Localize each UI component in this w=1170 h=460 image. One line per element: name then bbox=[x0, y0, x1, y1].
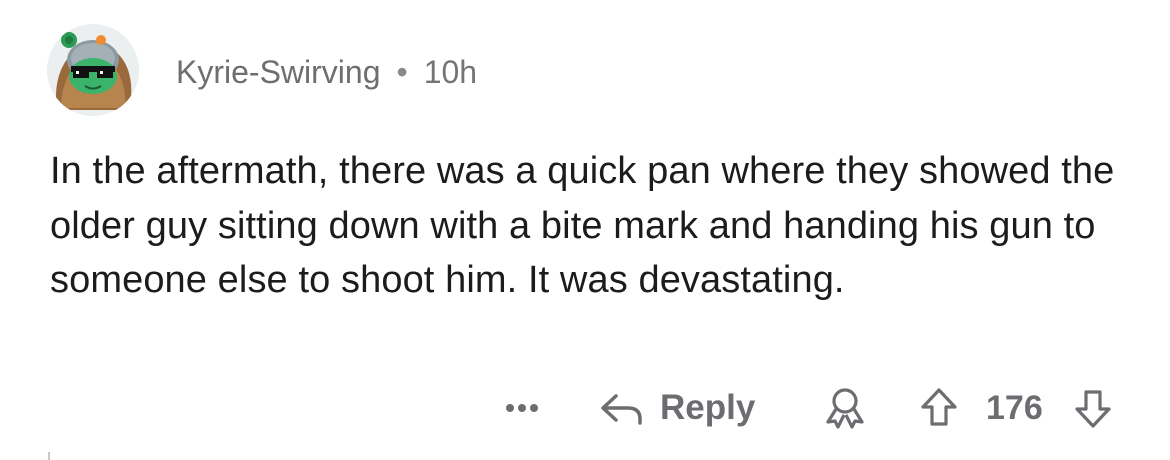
comment-meta: Kyrie-Swirving • 10h bbox=[176, 50, 477, 94]
snoo-avatar-icon bbox=[47, 24, 139, 116]
thread-line bbox=[48, 452, 50, 460]
more-options-button[interactable] bbox=[502, 386, 542, 426]
avatar[interactable] bbox=[47, 24, 139, 116]
vote-score: 176 bbox=[986, 388, 1043, 427]
reply-button[interactable]: Reply bbox=[598, 380, 755, 436]
downvote-button[interactable] bbox=[1072, 386, 1114, 430]
author-name[interactable]: Kyrie-Swirving bbox=[176, 54, 380, 91]
award-ribbon-icon bbox=[826, 388, 864, 429]
ellipsis-icon bbox=[506, 404, 538, 412]
meta-separator: • bbox=[396, 53, 408, 90]
comment: Kyrie-Swirving • 10h In the aftermath, t… bbox=[0, 0, 1170, 460]
timestamp: 10h bbox=[423, 53, 478, 90]
comment-body: In the aftermath, there was a quick pan … bbox=[50, 150, 1115, 301]
downvote-arrow-icon bbox=[1075, 390, 1111, 428]
award-button[interactable] bbox=[822, 386, 868, 430]
upvote-arrow-icon bbox=[921, 388, 957, 426]
upvote-button[interactable] bbox=[918, 386, 960, 430]
reply-arrow-icon bbox=[601, 394, 642, 425]
reply-label: Reply bbox=[660, 388, 756, 427]
